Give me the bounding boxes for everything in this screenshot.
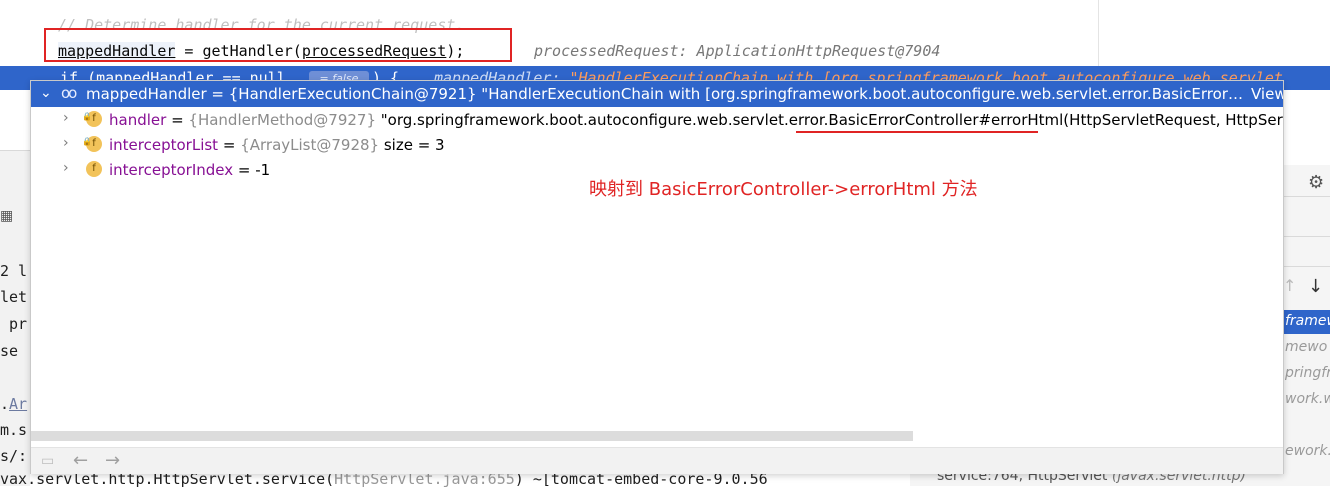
forward-arrow-icon[interactable]: →: [105, 450, 120, 471]
chevron-right-icon[interactable]: ›: [63, 160, 69, 176]
tree-row-handler[interactable]: › 🔒 f handler = {HandlerMethod@7927} "org…: [31, 108, 1283, 132]
field-value: "org.springframework.boot.autoconfigure.…: [376, 111, 1283, 129]
field-eq: =: [166, 111, 189, 129]
table-icon[interactable]: ▦: [0, 208, 13, 224]
field-type: {HandlerMethod@7927}: [188, 111, 376, 129]
field-name: handler: [109, 111, 167, 129]
frame-item[interactable]: framew: [1285, 313, 1330, 329]
gear-icon[interactable]: ⚙: [1308, 172, 1324, 193]
panel-divider: [1284, 266, 1330, 267]
glasses-icon: oo: [61, 84, 77, 102]
annotation-red-box: [44, 28, 512, 62]
frame-item[interactable]: pringfr: [1285, 365, 1330, 381]
popup-header-row[interactable]: ⌄ oo mappedHandler = {HandlerExecutionCh…: [31, 81, 1283, 107]
tree-row-interceptorlist[interactable]: › 🔒 f interceptorList = {ArrayList@7928} …: [31, 133, 1283, 157]
tree-row-text: interceptorIndex = -1: [109, 161, 270, 179]
frame-item[interactable]: mewo: [1285, 339, 1330, 355]
popup-footer: ▭ ← →: [31, 447, 1283, 474]
panel-divider: [1284, 196, 1330, 197]
console-divider: [0, 150, 30, 151]
chevron-right-icon[interactable]: ›: [63, 110, 69, 126]
view-link[interactable]: View: [1251, 85, 1283, 103]
popup-header-text: mappedHandler = {HandlerExecutionChain@7…: [86, 85, 1251, 103]
horizontal-scrollbar[interactable]: [31, 431, 913, 441]
chevron-down-icon[interactable]: ⌄: [40, 85, 52, 101]
field-f-icon: 🔒 f: [82, 111, 102, 127]
panel-divider: [1284, 236, 1330, 237]
annotation-underline: [796, 131, 1038, 133]
annotation-note: 映射到 BasicErrorController->errorHtml 方法: [589, 179, 978, 200]
field-eq: =: [233, 161, 256, 179]
inline-debug-hint: processedRequest: ApplicationHttpRequest…: [534, 42, 941, 60]
chevron-right-icon[interactable]: ›: [63, 135, 69, 151]
field-f-icon: f: [86, 161, 102, 177]
console-line: .Ar: [0, 395, 27, 413]
arrow-up-icon[interactable]: ↑: [1283, 276, 1296, 295]
console-line: m.s: [0, 421, 28, 439]
field-name: interceptorIndex: [109, 161, 234, 179]
field-eq: =: [218, 136, 241, 154]
tree-row-text: interceptorList = {ArrayList@7928} size …: [109, 136, 445, 154]
editor-divider: [1098, 0, 1099, 66]
field-value: size = 3: [379, 136, 445, 154]
folder-icon[interactable]: ▭: [41, 453, 54, 469]
frame-item[interactable]: ework.: [1285, 443, 1330, 459]
console-line: pr: [0, 315, 28, 333]
lock-icon: 🔒: [82, 112, 92, 121]
field-f-icon: 🔒 f: [82, 136, 102, 152]
console-line: s/:: [0, 447, 28, 465]
tree-row-text: handler = {HandlerMethod@7927} "org.spri…: [109, 111, 1283, 129]
console-link[interactable]: Ar: [9, 395, 27, 413]
field-type: {ArrayList@7928}: [240, 136, 380, 154]
field-name: interceptorList: [109, 136, 219, 154]
back-arrow-icon[interactable]: ←: [73, 450, 88, 471]
console-line: let: [0, 288, 28, 306]
frame-item[interactable]: work.w: [1285, 391, 1330, 407]
lock-icon: 🔒: [82, 137, 92, 146]
field-value: -1: [255, 161, 271, 179]
console-text: .: [0, 395, 10, 413]
console-line: 2 l: [0, 262, 28, 280]
console-line: se: [0, 342, 19, 360]
variable-inspector-popup[interactable]: ⌄ oo mappedHandler = {HandlerExecutionCh…: [30, 80, 1284, 474]
arrow-down-icon[interactable]: ↓: [1308, 276, 1323, 297]
